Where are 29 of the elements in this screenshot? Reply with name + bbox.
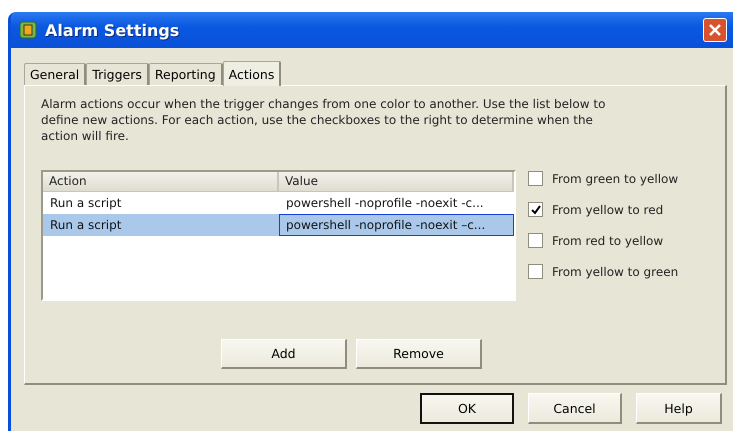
close-button[interactable]	[703, 18, 727, 42]
list-cell-text: Run a script	[49, 195, 122, 212]
checkbox[interactable]	[528, 202, 543, 217]
column-header[interactable]: Value	[279, 172, 514, 192]
checkbox[interactable]	[528, 171, 543, 186]
description-text: Alarm actions occur when the trigger changes from one color to another. Use the list below to define new actions. For each action, use the checkboxes to the right to determine when the action will fire.	[41, 96, 606, 144]
list-row[interactable]: Run a script powershell -noprofile -noexit –c...	[43, 214, 514, 236]
dialog-button[interactable]: OK	[420, 393, 514, 424]
window-title: Alarm Settings	[45, 20, 180, 40]
column-header[interactable]: Action	[43, 172, 279, 192]
checkbox-label: From green to yellow	[552, 172, 678, 186]
dialog-button[interactable]: Help	[636, 393, 722, 424]
list-cell-text: powershell -noprofile -noexit -c...	[285, 195, 485, 212]
checkbox[interactable]	[528, 233, 543, 248]
tab[interactable]: Actions	[222, 61, 282, 86]
list-cell: powershell -noprofile -noexit –c...	[279, 214, 514, 236]
remove-button[interactable]: Remove	[356, 339, 482, 369]
checkbox-label: From yellow to green	[552, 264, 678, 278]
checkbox[interactable]	[528, 264, 543, 279]
tab[interactable]: General	[24, 63, 86, 85]
app-icon	[19, 21, 37, 39]
checkbox-label: From red to yellow	[552, 234, 664, 248]
checkbox-label: From yellow to red	[552, 202, 664, 216]
close-icon	[708, 23, 722, 37]
tab[interactable]: Reporting	[148, 63, 223, 85]
dialog-button[interactable]: Cancel	[528, 393, 622, 424]
list-cell-text: Run a script	[49, 217, 122, 234]
add-button[interactable]: Add	[221, 339, 347, 369]
tab[interactable]: Triggers	[86, 63, 149, 85]
